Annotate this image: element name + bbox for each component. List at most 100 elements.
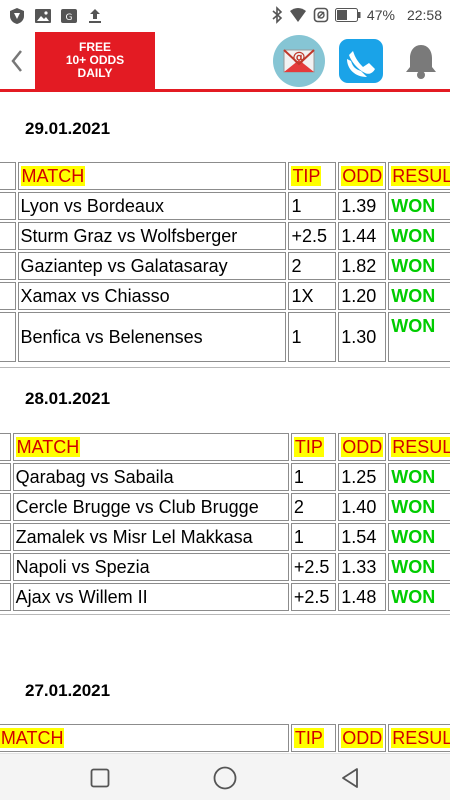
match-cell: Cercle Brugge vs Club Brugge (12, 493, 289, 521)
table-row: Qarabag vs Sabaila 1 1.25 WON (0, 463, 450, 491)
table-row: Zamalek vs Misr Lel Makkasa 1 1.54 WON (0, 523, 450, 551)
wifi-icon (289, 8, 306, 22)
home-icon (213, 766, 237, 790)
tip-cell: +2.5 (290, 583, 337, 611)
odd-cell: 1.33 (338, 553, 387, 581)
upload-icon (89, 9, 101, 23)
col-match: MATCH (12, 433, 289, 461)
match-cell: Qarabag vs Sabaila (12, 463, 289, 491)
tips-content[interactable]: 29.01.2021 MATCH TIP ODD RESULT Lyon vs … (0, 95, 450, 753)
alarm-icon (313, 7, 329, 23)
result-cell: WON (388, 312, 450, 362)
back-nav-icon (342, 768, 358, 788)
battery-icon (334, 8, 361, 22)
back-icon (11, 49, 22, 72)
tip-cell: 1X (288, 282, 337, 310)
result-cell: WON (388, 493, 450, 521)
odd-cell: 1.39 (338, 192, 387, 220)
tips-table: MATCH TIP ODD RESULT (0, 722, 450, 753)
app-header: FREE 10+ ODDS DAILY @ (0, 32, 450, 92)
match-cell: Sturm Graz vs Wolfsberger (17, 222, 287, 250)
odd-cell: 1.40 (338, 493, 387, 521)
col-match: MATCH (0, 724, 289, 752)
col-result: RESULT (388, 433, 450, 461)
tip-cell: +2.5 (290, 553, 337, 581)
result-cell: WON (388, 553, 450, 581)
svg-text:G: G (66, 13, 73, 23)
result-cell: WON (388, 463, 450, 491)
result-cell: WON (388, 583, 450, 611)
day-date: 29.01.2021 (25, 119, 111, 138)
tip-cell: 2 (290, 493, 337, 521)
result-cell: WON (388, 252, 450, 280)
back-nav-button[interactable] (337, 765, 363, 791)
tip-cell: 1 (290, 463, 337, 491)
free-odds-promo-button[interactable]: FREE 10+ ODDS DAILY (35, 32, 155, 89)
table-row: Cercle Brugge vs Club Brugge 2 1.40 WON (0, 493, 450, 521)
col-odd: ODD (338, 162, 387, 190)
match-cell: Gaziantep vs Galatasaray (17, 252, 287, 280)
table-header-row: MATCH TIP ODD RESULT (0, 162, 450, 190)
table-row: Ajax vs Willem II +2.5 1.48 WON (0, 583, 450, 611)
match-cell: Ajax vs Willem II (12, 583, 289, 611)
col-odd: ODD (338, 724, 387, 752)
col-tip: TIP (290, 433, 337, 461)
back-button[interactable] (0, 32, 34, 89)
recent-apps-button[interactable] (87, 765, 113, 791)
table-row: Sturm Graz vs Wolfsberger +2.5 1.44 WON (0, 222, 450, 250)
battery-level: 47% (366, 7, 395, 23)
tips-table: MATCH TIP ODD RESULT Qarabag vs Sabaila … (0, 431, 450, 613)
odd-cell: 1.44 (338, 222, 387, 250)
table-row: Lyon vs Bordeaux 1 1.39 WON (0, 192, 450, 220)
match-cell: Lyon vs Bordeaux (17, 192, 287, 220)
odd-cell: 1.30 (338, 312, 387, 362)
match-cell: Benfica vs Belenenses (17, 312, 287, 362)
result-cell: WON (388, 222, 450, 250)
svg-text:@: @ (293, 50, 306, 65)
col-result: RESULT (388, 162, 450, 190)
col-tip: TIP (288, 162, 337, 190)
bell-icon (406, 44, 436, 79)
col-match: MATCH (17, 162, 287, 190)
notifications-button[interactable] (392, 32, 450, 89)
home-button[interactable] (212, 765, 238, 791)
recent-apps-icon (90, 768, 110, 788)
match-cell: Xamax vs Chiasso (17, 282, 287, 310)
tip-cell: 1 (290, 523, 337, 551)
status-bar: G 47% 22:58 (0, 0, 450, 32)
table-row: Gaziantep vs Galatasaray 2 1.82 WON (0, 252, 450, 280)
phone-icon (339, 38, 383, 83)
col-tip: TIP (290, 724, 337, 752)
day-date: 27.01.2021 (25, 681, 111, 700)
divider (0, 614, 450, 615)
odd-cell: 1.54 (338, 523, 387, 551)
odd-cell: 1.25 (338, 463, 387, 491)
odd-cell: 1.82 (338, 252, 387, 280)
system-nav-bar (0, 753, 450, 800)
odd-cell: 1.20 (338, 282, 387, 310)
phone-button[interactable] (332, 32, 390, 89)
day-date: 28.01.2021 (25, 389, 111, 408)
tip-cell: 1 (288, 192, 337, 220)
clock: 22:58 (406, 7, 442, 23)
table-header-row: MATCH TIP ODD RESULT (0, 433, 450, 461)
tip-cell: 2 (288, 252, 337, 280)
tips-table: MATCH TIP ODD RESULT Lyon vs Bordeaux 1 … (0, 160, 450, 364)
table-row: Benfica vs Belenenses 1 1.30 WON (0, 312, 450, 362)
bluetooth-icon (272, 6, 283, 24)
table-row: Xamax vs Chiasso 1X 1.20 WON (0, 282, 450, 310)
result-cell: WON (388, 282, 450, 310)
email-button[interactable]: @ (270, 32, 328, 89)
col-result: RESULT (388, 724, 450, 752)
sync-icon: G (61, 9, 77, 23)
result-cell: WON (388, 523, 450, 551)
image-icon (35, 9, 51, 23)
match-cell: Zamalek vs Misr Lel Makkasa (12, 523, 289, 551)
tip-cell: +2.5 (288, 222, 337, 250)
email-icon: @ (273, 34, 325, 87)
match-cell: Napoli vs Spezia (12, 553, 289, 581)
promo-line-3: DAILY (77, 66, 113, 80)
col-odd: ODD (338, 433, 387, 461)
result-cell: WON (388, 192, 450, 220)
divider (0, 367, 450, 368)
